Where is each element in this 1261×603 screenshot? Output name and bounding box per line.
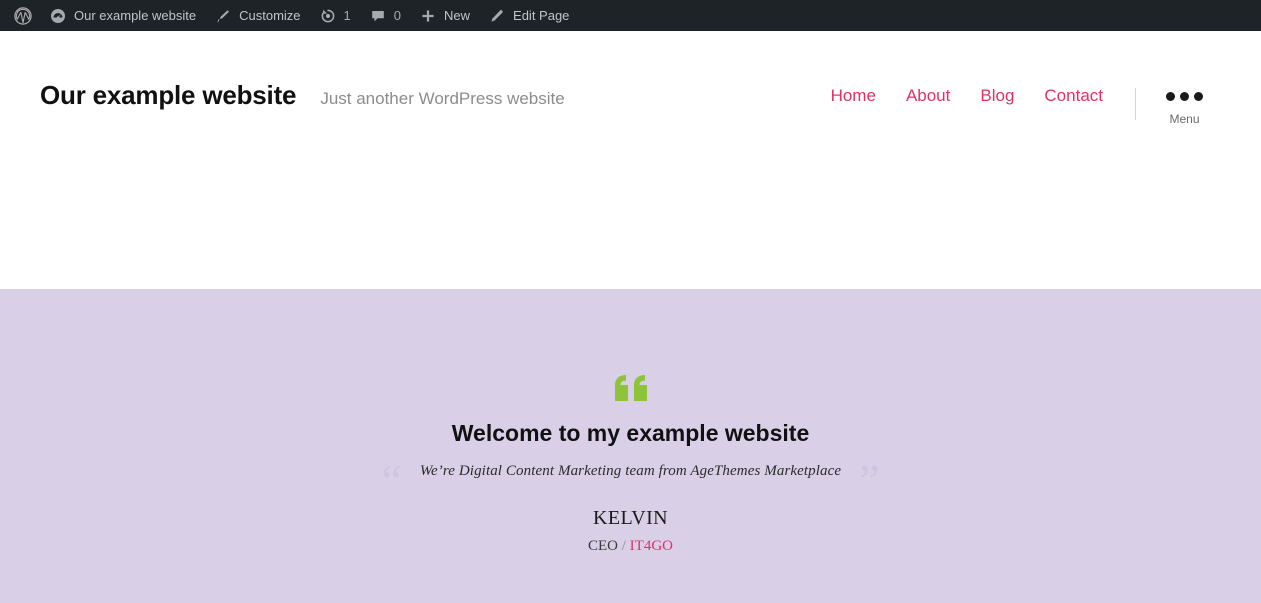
ellipsis-icon [1166, 87, 1203, 105]
wordpress-logo-icon [14, 6, 32, 25]
testimonial-inner: Welcome to my example website “ We’re Di… [0, 289, 1261, 556]
testimonial-author-name: KELVIN [593, 506, 668, 529]
admin-bar-updates[interactable]: 1 [310, 0, 360, 31]
admin-bar-new-label: New [444, 8, 471, 23]
site-branding: Our example website Just another WordPre… [40, 80, 831, 111]
site-title[interactable]: Our example website [40, 80, 297, 111]
quote-badge-icon [0, 375, 1261, 405]
pencil-icon [488, 7, 506, 25]
author-company-link[interactable]: IT4GO [630, 538, 673, 554]
site-description: Just another WordPress website [320, 89, 565, 108]
menu-toggle-label: Menu [1169, 112, 1200, 126]
admin-bar-comments-count: 0 [393, 8, 402, 23]
updates-icon [319, 7, 337, 25]
testimonial-quote-text: We’re Digital Content Marketing team fro… [419, 462, 842, 479]
admin-bar-edit-page-label: Edit Page [513, 8, 570, 23]
site-header: Our example website Just another WordPre… [0, 31, 1261, 289]
admin-bar-wp-logo[interactable] [6, 0, 40, 31]
testimonial-author-role: CEO / IT4GO [0, 537, 1261, 557]
paintbrush-icon [214, 7, 232, 25]
testimonial-quote-row: “ We’re Digital Content Marketing team f… [381, 455, 880, 507]
admin-bar-customize[interactable]: Customize [205, 0, 309, 31]
author-role-separator: / [621, 537, 626, 554]
admin-bar-site-name[interactable]: Our example website [40, 0, 205, 31]
comment-bubble-icon [369, 7, 387, 25]
author-role-title: CEO [588, 537, 618, 554]
primary-navigation: Home About Blog Contact [831, 87, 1135, 104]
testimonial-heading: Welcome to my example website [451, 420, 810, 446]
admin-bar-site-name-label: Our example website [74, 8, 197, 23]
header-right: Home About Blog Contact Menu [831, 81, 1221, 125]
admin-bar-updates-count: 1 [343, 8, 351, 23]
admin-bar-comments[interactable]: 0 [360, 0, 410, 31]
nav-link-about[interactable]: About [906, 87, 950, 104]
dashboard-icon [49, 7, 67, 25]
nav-link-home[interactable]: Home [831, 87, 876, 104]
menu-toggle-button[interactable]: Menu [1136, 87, 1221, 125]
testimonial-section: Welcome to my example website “ We’re Di… [0, 289, 1261, 603]
wordpress-admin-bar: Our example website Customize 1 0 New Ed… [0, 0, 1261, 31]
plus-icon [419, 7, 437, 25]
header-inner: Our example website Just another WordPre… [0, 31, 1261, 125]
admin-bar-new-content[interactable]: New [410, 0, 479, 31]
admin-bar-customize-label: Customize [239, 8, 301, 23]
nav-link-blog[interactable]: Blog [980, 87, 1014, 104]
nav-link-contact[interactable]: Contact [1044, 87, 1103, 104]
admin-bar-edit-page[interactable]: Edit Page [479, 0, 578, 31]
